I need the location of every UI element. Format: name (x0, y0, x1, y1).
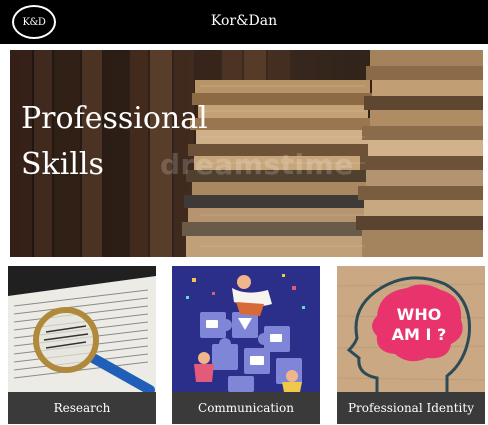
hero-title: Professional Skills (21, 96, 221, 188)
card-communication[interactable]: Communication (172, 266, 320, 424)
hero-title-line2: Skills (21, 147, 104, 182)
hero-banner: dreamstime Professional Skills (10, 50, 483, 257)
site-title[interactable]: Kor&Dan (0, 13, 488, 29)
card-professional-identity[interactable]: WHO AM I ? Professional Identity (337, 266, 485, 424)
card-research[interactable]: Research (8, 266, 156, 424)
card-label-research: Research (8, 392, 156, 424)
am-i-text: AM I ? (392, 325, 447, 344)
who-text: WHO (397, 305, 442, 324)
site-header: K&D Kor&Dan (0, 0, 488, 44)
card-label-professional-identity: Professional Identity (337, 392, 485, 424)
card-label-communication: Communication (172, 392, 320, 424)
hero-title-line1: Professional (21, 101, 208, 136)
